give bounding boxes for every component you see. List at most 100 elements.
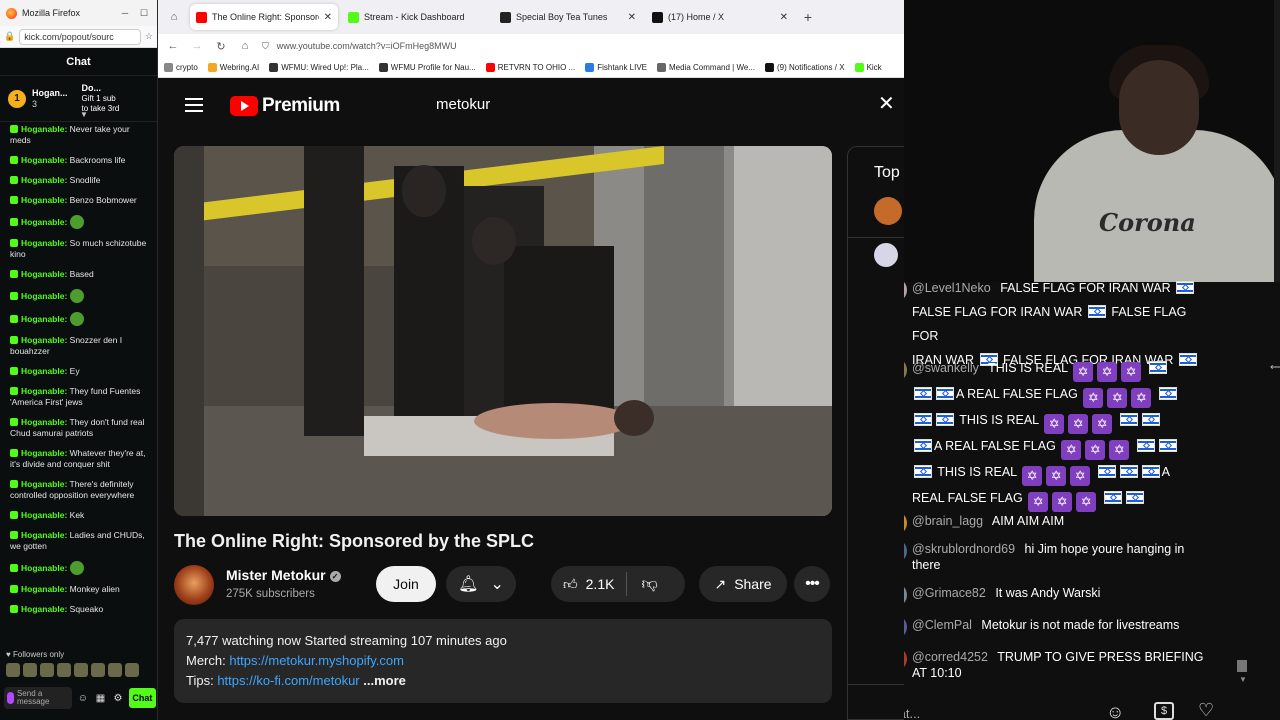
super-chat-icon[interactable]: $ — [1154, 702, 1174, 720]
new-tab-icon[interactable]: + — [798, 9, 818, 25]
channel-avatar[interactable] — [174, 565, 214, 605]
merch-link[interactable]: https://metokur.myshopify.com — [229, 653, 404, 668]
maximize-icon[interactable]: ☐ — [137, 8, 151, 19]
kick-chat-username[interactable]: Hoganable: — [21, 417, 67, 427]
tab-kick-dashboard[interactable]: Stream - Kick Dashboard — [342, 4, 490, 30]
close-icon[interactable]: ✕ — [780, 12, 788, 23]
reload-icon[interactable]: ↻ — [214, 40, 228, 53]
gift-icon[interactable]: ▦ — [94, 693, 108, 704]
minimize-icon[interactable]: ─ — [118, 8, 132, 18]
emote-icon[interactable] — [91, 663, 105, 677]
bookmark-item[interactable]: (9) Notifications / X — [764, 63, 845, 72]
tab-list-icon[interactable]: ⌂ — [162, 11, 186, 23]
bookmark-item[interactable]: RETVRN TO OHIO ... — [485, 63, 575, 72]
bookmark-item[interactable]: Media Command | We... — [657, 63, 755, 72]
chat-author[interactable]: @Grimace82 — [912, 586, 986, 600]
notifications-button[interactable]: 🔔︎ ⌄ — [446, 566, 516, 602]
back-icon[interactable]: ← — [166, 40, 180, 52]
top-chat-label[interactable]: Top — [874, 164, 900, 182]
kick-chat-username[interactable]: Hoganable: — [21, 448, 67, 458]
emoji-icon[interactable]: ☺ — [1106, 702, 1124, 720]
more-actions-button[interactable]: ••• — [794, 566, 830, 602]
tab-youtube[interactable]: The Online Right: Sponsored by ✕ — [190, 4, 338, 30]
bookmark-item[interactable]: Kick — [854, 63, 882, 72]
youtube-logo[interactable]: Premium — [230, 95, 340, 117]
emote-icon[interactable] — [108, 663, 122, 677]
kick-chat-username[interactable]: Hoganable: — [21, 314, 67, 324]
show-more-button[interactable]: ...more — [363, 673, 406, 688]
kick-chat-username[interactable]: Hoganable: — [21, 155, 67, 165]
tab-special-boy[interactable]: Special Boy Tea Tunes ✕ — [494, 4, 642, 30]
description-box[interactable]: 7,477 watching now Started streaming 107… — [174, 619, 832, 703]
dislike-button[interactable]: 👎︎ — [627, 575, 671, 594]
bookmark-star-icon[interactable]: ☆ — [145, 31, 153, 42]
kick-chat-username[interactable]: Hoganable: — [21, 510, 67, 520]
kick-chat-username[interactable]: Hoganable: — [21, 530, 67, 540]
kick-chat-username[interactable]: Hoganable: — [21, 335, 67, 345]
emote-icon[interactable] — [23, 663, 37, 677]
chat-author[interactable]: @Level1Neko — [912, 281, 991, 295]
bookmark-item[interactable]: WFMU Profile for Nau... — [378, 63, 476, 72]
kick-chat-username[interactable]: Hoganable: — [21, 584, 67, 594]
kick-chat-username[interactable]: Hoganable: — [21, 238, 67, 248]
subscriber-badge-icon — [10, 270, 18, 278]
tab-x-home[interactable]: (17) Home / X ✕ — [646, 4, 794, 30]
kick-chat-username[interactable]: Hoganable: — [21, 563, 67, 573]
kick-chat-username[interactable]: Hoganable: — [21, 269, 67, 279]
kick-chat-username[interactable]: Hoganable: — [21, 479, 67, 489]
gear-icon[interactable]: ⚙ — [111, 693, 125, 704]
emote-icon[interactable] — [40, 663, 54, 677]
bookmark-item[interactable]: crypto — [164, 63, 198, 72]
emote-icon[interactable] — [57, 663, 71, 677]
kick-chat-username[interactable]: Hoganable: — [21, 175, 67, 185]
channel-name-wrap[interactable]: Mister Metokur ✓ — [226, 567, 341, 583]
emote-icon[interactable] — [6, 663, 20, 677]
home-icon[interactable]: ⌂ — [238, 40, 252, 52]
chat-scroll-thumb[interactable] — [1237, 660, 1247, 672]
scroll-down-icon[interactable]: ▼ — [1239, 675, 1247, 684]
kick-chat-username[interactable]: Hoganable: — [21, 291, 67, 301]
chat-author[interactable]: @corred4252 — [912, 650, 988, 664]
kick-url-field[interactable]: kick.com/popout/sourc — [19, 28, 141, 45]
forward-icon[interactable]: → — [190, 40, 204, 52]
kick-chat-username[interactable]: Hoganable: — [21, 604, 67, 614]
video-player[interactable] — [174, 146, 832, 516]
live-chat-input[interactable]: Chat... — [904, 706, 920, 720]
menu-icon[interactable] — [185, 98, 203, 112]
chat-author[interactable]: @brain_lagg — [912, 514, 983, 528]
like-button[interactable]: 👍︎ 2.1K — [551, 572, 628, 596]
kick-chat-username[interactable]: Hoganable: — [21, 217, 67, 227]
share-label: Share — [734, 576, 772, 592]
close-icon[interactable]: ✕ — [324, 12, 332, 23]
kick-pinned-banner[interactable]: 1 Hogan... 3 Do... Gift 1 sub to take 3r… — [0, 76, 157, 122]
emoji-icon[interactable]: ☺ — [76, 693, 90, 704]
kick-send-button[interactable]: Chat — [128, 688, 156, 708]
chat-author[interactable]: @ClemPal — [912, 618, 972, 632]
share-button[interactable]: ↗ Share — [699, 566, 787, 602]
heart-icon[interactable]: ♡ — [1198, 700, 1214, 720]
emote-icon[interactable] — [125, 663, 139, 677]
clear-search-icon[interactable]: ✕ — [878, 94, 895, 114]
chat-author[interactable]: @swankelly — [912, 361, 979, 375]
emote-bar[interactable] — [6, 663, 139, 677]
address-bar[interactable]: ⛉ www.youtube.com/watch?v=iOFmHeg8MWU — [262, 41, 896, 52]
scrollbar[interactable] — [1274, 0, 1280, 282]
kick-chat-username[interactable]: Hoganable: — [21, 386, 67, 396]
resize-arrow-icon[interactable]: ⟷ — [1270, 362, 1280, 373]
mic-icon[interactable] — [7, 692, 14, 704]
join-button[interactable]: Join — [376, 566, 436, 602]
chat-author[interactable]: @skrublordnord69 — [912, 542, 1015, 556]
kick-chat-username[interactable]: Hoganable: — [21, 124, 67, 134]
emote-icon[interactable] — [74, 663, 88, 677]
kick-chat-username[interactable]: Hoganable: — [21, 366, 67, 376]
bookmark-item[interactable]: WFMU: Wired Up!: Pla... — [269, 63, 369, 72]
bookmark-item[interactable]: Fishtank LIVE — [585, 63, 647, 72]
chevron-down-icon[interactable]: ▼ — [80, 110, 88, 119]
close-icon[interactable]: ✕ — [628, 12, 636, 23]
bookmark-item[interactable]: Webring.AI — [207, 63, 259, 72]
star-of-david-icon: ✡ — [1109, 440, 1130, 460]
tips-link[interactable]: https://ko-fi.com/metokur — [217, 673, 359, 688]
kick-chat-username[interactable]: Hoganable: — [21, 195, 67, 205]
kick-chat-input[interactable]: Send a message — [4, 687, 73, 709]
search-input[interactable]: metokur — [436, 96, 490, 113]
